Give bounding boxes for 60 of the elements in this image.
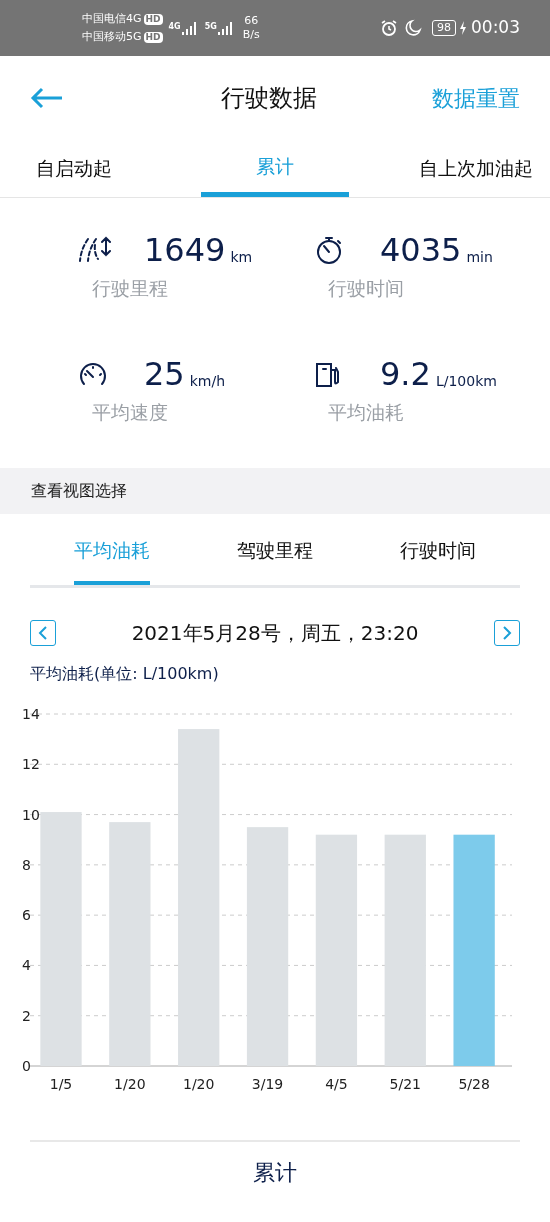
- y-axis-label: 12: [22, 756, 40, 773]
- charging-icon: [459, 21, 467, 35]
- signal-icon: [216, 19, 235, 37]
- stat-unit: min: [466, 247, 493, 267]
- tab[interactable]: 自上次加油起: [401, 140, 550, 197]
- y-axis-label: 8: [22, 856, 31, 873]
- speed-unit: B/s: [242, 28, 260, 42]
- y-axis-label: 0: [22, 1058, 31, 1074]
- carrier-name: 中国电信4G: [82, 11, 142, 27]
- battery-indicator: 98: [432, 20, 456, 36]
- stat-unit: km/h: [189, 371, 226, 391]
- x-axis-label: 1/5: [49, 1076, 73, 1092]
- chevron-left-icon: [38, 626, 48, 640]
- moon-icon: [404, 19, 422, 37]
- chevron-right-icon: [502, 626, 512, 640]
- stat-value: 9.2: [380, 354, 431, 395]
- date-time: 2021年5月28号，周五，23:20: [131, 620, 419, 647]
- back-arrow-icon[interactable]: [30, 87, 64, 109]
- stat-value: 1649: [144, 230, 226, 271]
- network-label: 4G: [168, 21, 181, 33]
- y-axis-label: 2: [22, 1007, 31, 1024]
- y-axis-label: 4: [22, 957, 31, 974]
- network-label: 5G: [204, 21, 217, 33]
- stat-label: 行驶时间: [328, 276, 405, 301]
- y-axis-label: 6: [22, 907, 31, 924]
- carrier-name: 中国移动5G: [82, 29, 142, 45]
- footer-title: 累计: [253, 1159, 297, 1187]
- stat-value: 25: [144, 354, 185, 395]
- page-title: 行驶数据: [221, 83, 317, 114]
- stat-unit: km: [230, 247, 253, 267]
- stat-label: 平均油耗: [328, 400, 405, 425]
- signal-icon: [180, 19, 199, 37]
- hd-badge: HD: [143, 13, 163, 25]
- road-icon: [78, 235, 114, 265]
- tab[interactable]: 自启动起: [0, 140, 149, 197]
- chart-title: 平均油耗(单位: L/100km): [29, 663, 220, 685]
- alarm-icon: [380, 19, 398, 37]
- section-title: 查看视图选择: [31, 480, 127, 502]
- next-button[interactable]: [494, 620, 520, 646]
- y-axis-label: 10: [22, 806, 40, 823]
- x-axis-label: 5/28: [458, 1076, 490, 1092]
- stat-label: 平均速度: [92, 400, 169, 425]
- x-axis-label: 5/21: [389, 1076, 421, 1092]
- hd-badge: HD: [143, 31, 163, 43]
- x-axis-label: 3/19: [251, 1076, 284, 1092]
- speed-value: 66: [244, 14, 259, 28]
- stat-value: 4035: [380, 230, 462, 271]
- speedometer-icon: [78, 361, 108, 387]
- stopwatch-icon: [314, 235, 344, 265]
- fuel-pump-icon: [314, 360, 342, 388]
- y-axis-label: 14: [22, 706, 40, 722]
- previous-button[interactable]: [30, 620, 56, 646]
- clock-time: 00:03: [471, 16, 520, 40]
- view-tab[interactable]: 行驶时间: [400, 534, 477, 585]
- stat-label: 行驶里程: [92, 276, 169, 301]
- x-axis-label: 1/20: [182, 1076, 215, 1092]
- view-tab[interactable]: 驾驶里程: [237, 534, 313, 585]
- stat-unit: L/100km: [435, 371, 497, 391]
- x-axis-label: 4/5: [325, 1076, 348, 1092]
- x-axis-label: 1/20: [114, 1076, 146, 1092]
